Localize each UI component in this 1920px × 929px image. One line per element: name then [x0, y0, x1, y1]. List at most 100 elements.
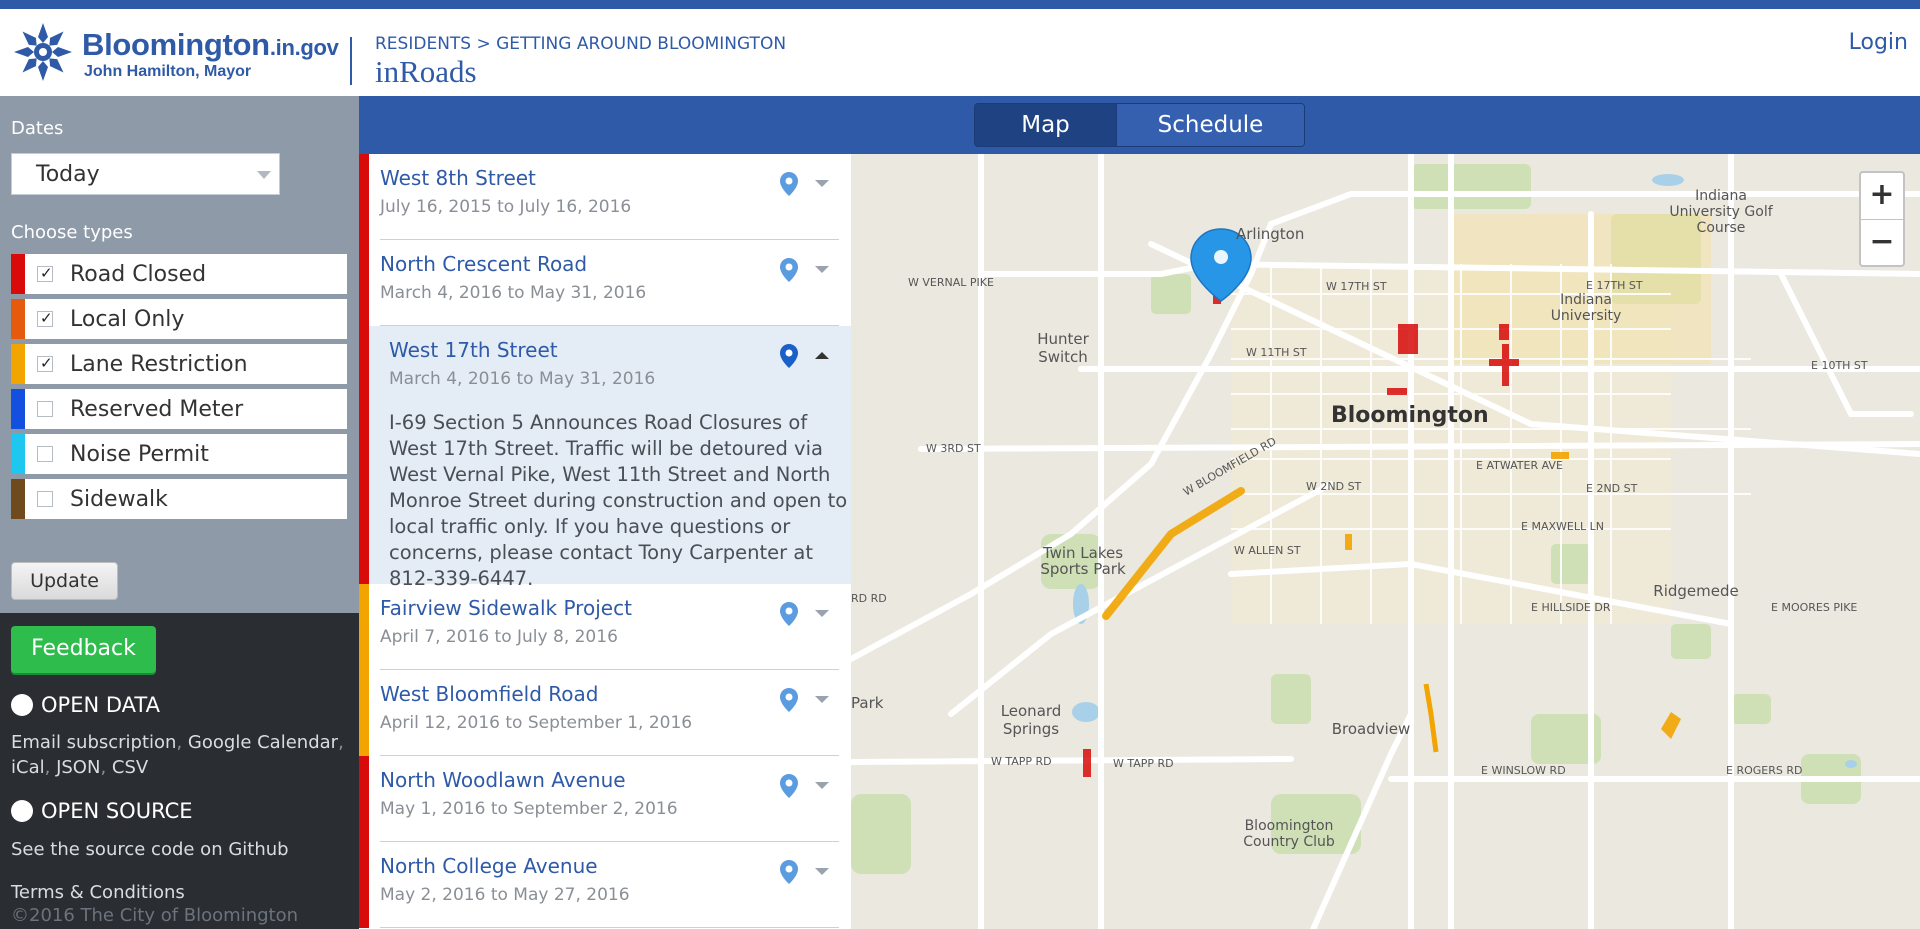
map-zoom-control: + − [1859, 171, 1905, 267]
event-title[interactable]: West 8th Street [380, 166, 536, 190]
type-checkbox[interactable]: ✓ [37, 309, 53, 327]
event-item[interactable]: West 8th Street July 16, 2015 to July 16,… [359, 154, 851, 240]
event-title[interactable]: Fairview Sidewalk Project [380, 596, 632, 620]
svg-text:E ATWATER AVE: E ATWATER AVE [1476, 459, 1563, 472]
login-link[interactable]: Login [1849, 30, 1908, 55]
event-item[interactable]: North Woodlawn Avenue May 1, 2016 to Sept… [359, 756, 851, 842]
github-source-link[interactable]: See the source code on Github [11, 837, 289, 862]
event-item[interactable]: North Crescent Road March 4, 2016 to May … [359, 240, 851, 326]
event-description: I-69 Section 5 Announces Road Closures o… [389, 411, 848, 590]
event-title[interactable]: West Bloomfield Road [380, 682, 598, 706]
checkmark-icon: ✓ [40, 354, 53, 372]
tab-schedule[interactable]: Schedule [1116, 104, 1304, 146]
type-label: Noise Permit [70, 442, 209, 467]
type-filter-lane-restriction[interactable]: ✓ Lane Restriction [11, 344, 347, 384]
chevron-down-icon[interactable] [815, 868, 829, 875]
item-divider [380, 927, 839, 928]
chevron-down-icon[interactable] [815, 696, 829, 703]
svg-text:University: University [1551, 308, 1622, 324]
svg-text:W 11TH ST: W 11TH ST [1246, 346, 1307, 359]
type-filter-reserved-meter[interactable]: Reserved Meter [11, 389, 347, 429]
type-color-swatch [11, 344, 25, 384]
map-pin-icon[interactable] [779, 257, 799, 283]
svg-text:E 17TH ST: E 17TH ST [1586, 279, 1643, 292]
event-type-bar [359, 670, 369, 756]
map-pin-icon[interactable] [779, 171, 799, 197]
google-calendar-link[interactable]: Google Calendar [188, 732, 338, 753]
type-checkbox[interactable]: ✓ [37, 354, 53, 372]
type-filter-list: ✓ Road Closed ✓ Local Only ✓ Lane Restriction… [11, 254, 347, 524]
type-label: Lane Restriction [70, 352, 248, 377]
type-filter-sidewalk[interactable]: Sidewalk [11, 479, 347, 519]
event-dates: April 12, 2016 to September 1, 2016 [380, 713, 693, 733]
svg-text:E 2ND ST: E 2ND ST [1586, 482, 1638, 495]
breadcrumb[interactable]: RESIDENTS > GETTING AROUND BLOOMINGTON [375, 34, 786, 54]
zoom-in-button[interactable]: + [1861, 173, 1903, 219]
svg-text:W 2ND ST: W 2ND ST [1306, 480, 1362, 493]
event-dates: May 2, 2016 to May 27, 2016 [380, 885, 630, 905]
json-link[interactable]: JSON [56, 757, 100, 778]
type-filter-noise-permit[interactable]: Noise Permit [11, 434, 347, 474]
type-filter-local-only[interactable]: ✓ Local Only [11, 299, 347, 339]
event-type-bar [359, 842, 369, 928]
event-type-bar [359, 584, 369, 670]
email-subscription-link[interactable]: Email subscription [11, 732, 176, 753]
event-type-bar [359, 326, 369, 584]
event-list: West 8th Street July 16, 2015 to July 16,… [359, 154, 851, 929]
city-logo-icon[interactable] [12, 21, 74, 83]
type-label: Road Closed [70, 262, 207, 287]
event-title[interactable]: North Crescent Road [380, 252, 587, 276]
tab-map[interactable]: Map [975, 104, 1116, 146]
event-item[interactable]: West Bloomfield Road April 12, 2016 to Se… [359, 670, 851, 756]
chevron-up-icon[interactable] [815, 352, 829, 359]
event-item[interactable]: West 17th Street March 4, 2016 to May 31,… [359, 326, 851, 590]
site-name[interactable]: Bloomington.in.gov [82, 27, 339, 63]
chevron-down-icon[interactable] [815, 610, 829, 617]
event-dates: July 16, 2015 to July 16, 2016 [380, 197, 632, 217]
svg-text:Bloomington: Bloomington [1245, 818, 1334, 834]
type-checkbox[interactable]: ✓ [37, 264, 53, 282]
csv-link[interactable]: CSV [112, 757, 148, 778]
map-pin-icon[interactable] [779, 859, 799, 885]
event-item[interactable]: Fairview Sidewalk Project April 7, 2016 t… [359, 584, 851, 670]
svg-text:Arlington: Arlington [1236, 225, 1304, 243]
map-pin-icon[interactable] [779, 687, 799, 713]
map-view[interactable]: Bloomington Arlington Indiana University… [851, 154, 1920, 929]
map-tiles[interactable]: Bloomington Arlington Indiana University… [851, 154, 1920, 929]
chevron-down-icon[interactable] [815, 266, 829, 273]
map-pin-icon[interactable] [779, 343, 799, 369]
svg-text:W VERNAL PIKE: W VERNAL PIKE [908, 276, 994, 289]
svg-text:W ALLEN ST: W ALLEN ST [1234, 544, 1301, 557]
type-checkbox[interactable] [37, 491, 53, 507]
map-pin-icon[interactable] [779, 773, 799, 799]
chevron-down-icon[interactable] [815, 180, 829, 187]
map-pin-icon[interactable] [779, 601, 799, 627]
zoom-out-button[interactable]: − [1861, 219, 1903, 265]
event-item[interactable]: North College Avenue May 2, 2016 to May 2… [359, 842, 851, 928]
svg-text:W 17TH ST: W 17TH ST [1326, 280, 1387, 293]
svg-text:E WINSLOW RD: E WINSLOW RD [1481, 764, 1566, 777]
types-label: Choose types [11, 222, 133, 243]
dates-select[interactable]: Today [11, 153, 280, 195]
event-type-bar [359, 756, 369, 842]
terms-link[interactable]: Terms & Conditions [11, 880, 185, 905]
mayor-subtitle: John Hamilton, Mayor [84, 63, 252, 80]
dates-label: Dates [11, 118, 64, 139]
svg-text:W TAPP RD: W TAPP RD [1113, 757, 1174, 770]
ical-link[interactable]: iCal [11, 757, 45, 778]
update-button[interactable]: Update [11, 562, 118, 600]
type-checkbox[interactable] [37, 446, 53, 462]
chevron-down-icon[interactable] [815, 782, 829, 789]
type-filter-road-closed[interactable]: ✓ Road Closed [11, 254, 347, 294]
event-title[interactable]: North Woodlawn Avenue [380, 768, 626, 792]
event-dates: March 4, 2016 to May 31, 2016 [389, 369, 656, 389]
event-title[interactable]: North College Avenue [380, 854, 598, 878]
type-color-swatch [11, 299, 25, 339]
type-checkbox[interactable] [37, 401, 53, 417]
svg-text:Springs: Springs [1003, 720, 1059, 738]
type-color-swatch [11, 254, 25, 294]
event-title[interactable]: West 17th Street [389, 338, 558, 362]
feedback-button[interactable]: Feedback [11, 626, 156, 673]
open-data-icon [11, 694, 33, 716]
svg-text:Switch: Switch [1038, 348, 1088, 366]
